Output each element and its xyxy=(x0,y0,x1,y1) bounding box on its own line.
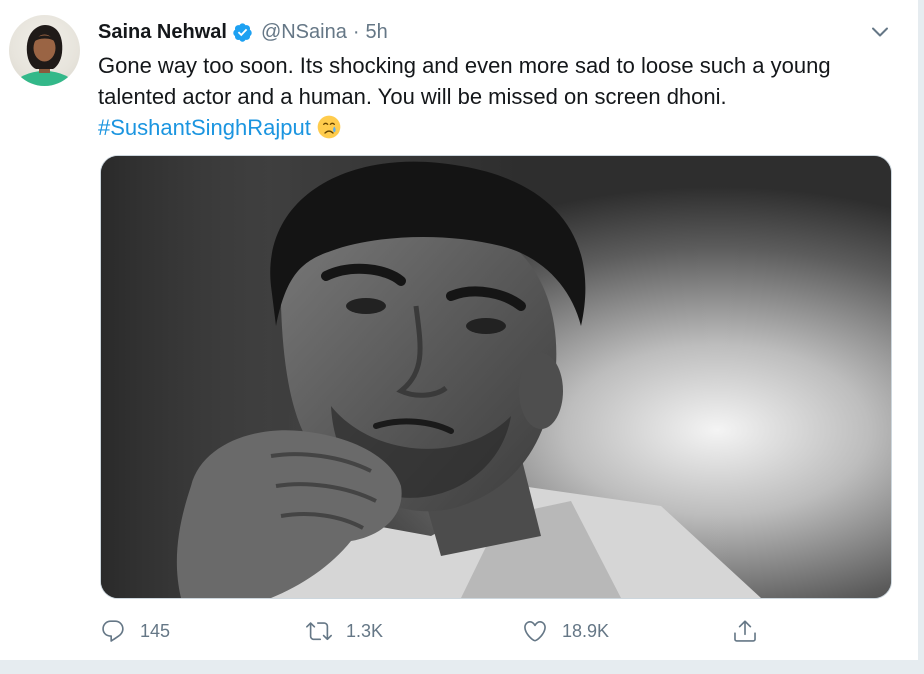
author-handle[interactable]: @NSaina xyxy=(261,21,347,44)
author-name[interactable]: Saina Nehwal xyxy=(98,21,227,44)
share-icon xyxy=(734,620,756,642)
tweet-text-line-2: talented actor and a human. You will be … xyxy=(98,84,727,109)
share-button[interactable] xyxy=(732,614,772,648)
more-options-button[interactable] xyxy=(866,18,894,46)
reply-count: 145 xyxy=(140,620,171,641)
tweet-photo[interactable] xyxy=(100,155,892,599)
like-button[interactable]: 18.9K xyxy=(522,614,609,648)
separator-dot: · xyxy=(352,20,360,43)
tweet-text: Gone way too soon. Its shocking and even… xyxy=(98,50,898,143)
like-count: 18.9K xyxy=(562,620,610,641)
tweet-text-line-1: Gone way too soon. Its shocking and even… xyxy=(98,53,831,78)
tweet-header: Saina Nehwal @NSaina · 5h xyxy=(98,18,388,46)
tweet-card[interactable]: Saina Nehwal @NSaina · 5h Gone way too s… xyxy=(0,0,919,660)
portrait-photo xyxy=(101,156,891,598)
tweet-actions: 145 1.3K 18.9K xyxy=(96,614,896,648)
avatar-image xyxy=(14,25,75,86)
verified-badge-icon xyxy=(233,22,252,42)
crying-face-emoji-icon xyxy=(317,115,341,139)
avatar[interactable] xyxy=(9,15,80,86)
hashtag-link[interactable]: #SushantSinghRajput xyxy=(98,115,311,140)
retweet-count: 1.3K xyxy=(346,620,384,641)
page-background-strip xyxy=(0,660,924,674)
chevron-down-icon xyxy=(872,27,888,37)
retweet-icon xyxy=(306,622,332,641)
reply-icon xyxy=(102,620,124,642)
reply-button[interactable]: 145 xyxy=(100,614,170,648)
retweet-button[interactable]: 1.3K xyxy=(306,614,383,648)
tweet-timestamp[interactable]: 5h xyxy=(366,21,388,44)
heart-icon xyxy=(524,620,546,642)
